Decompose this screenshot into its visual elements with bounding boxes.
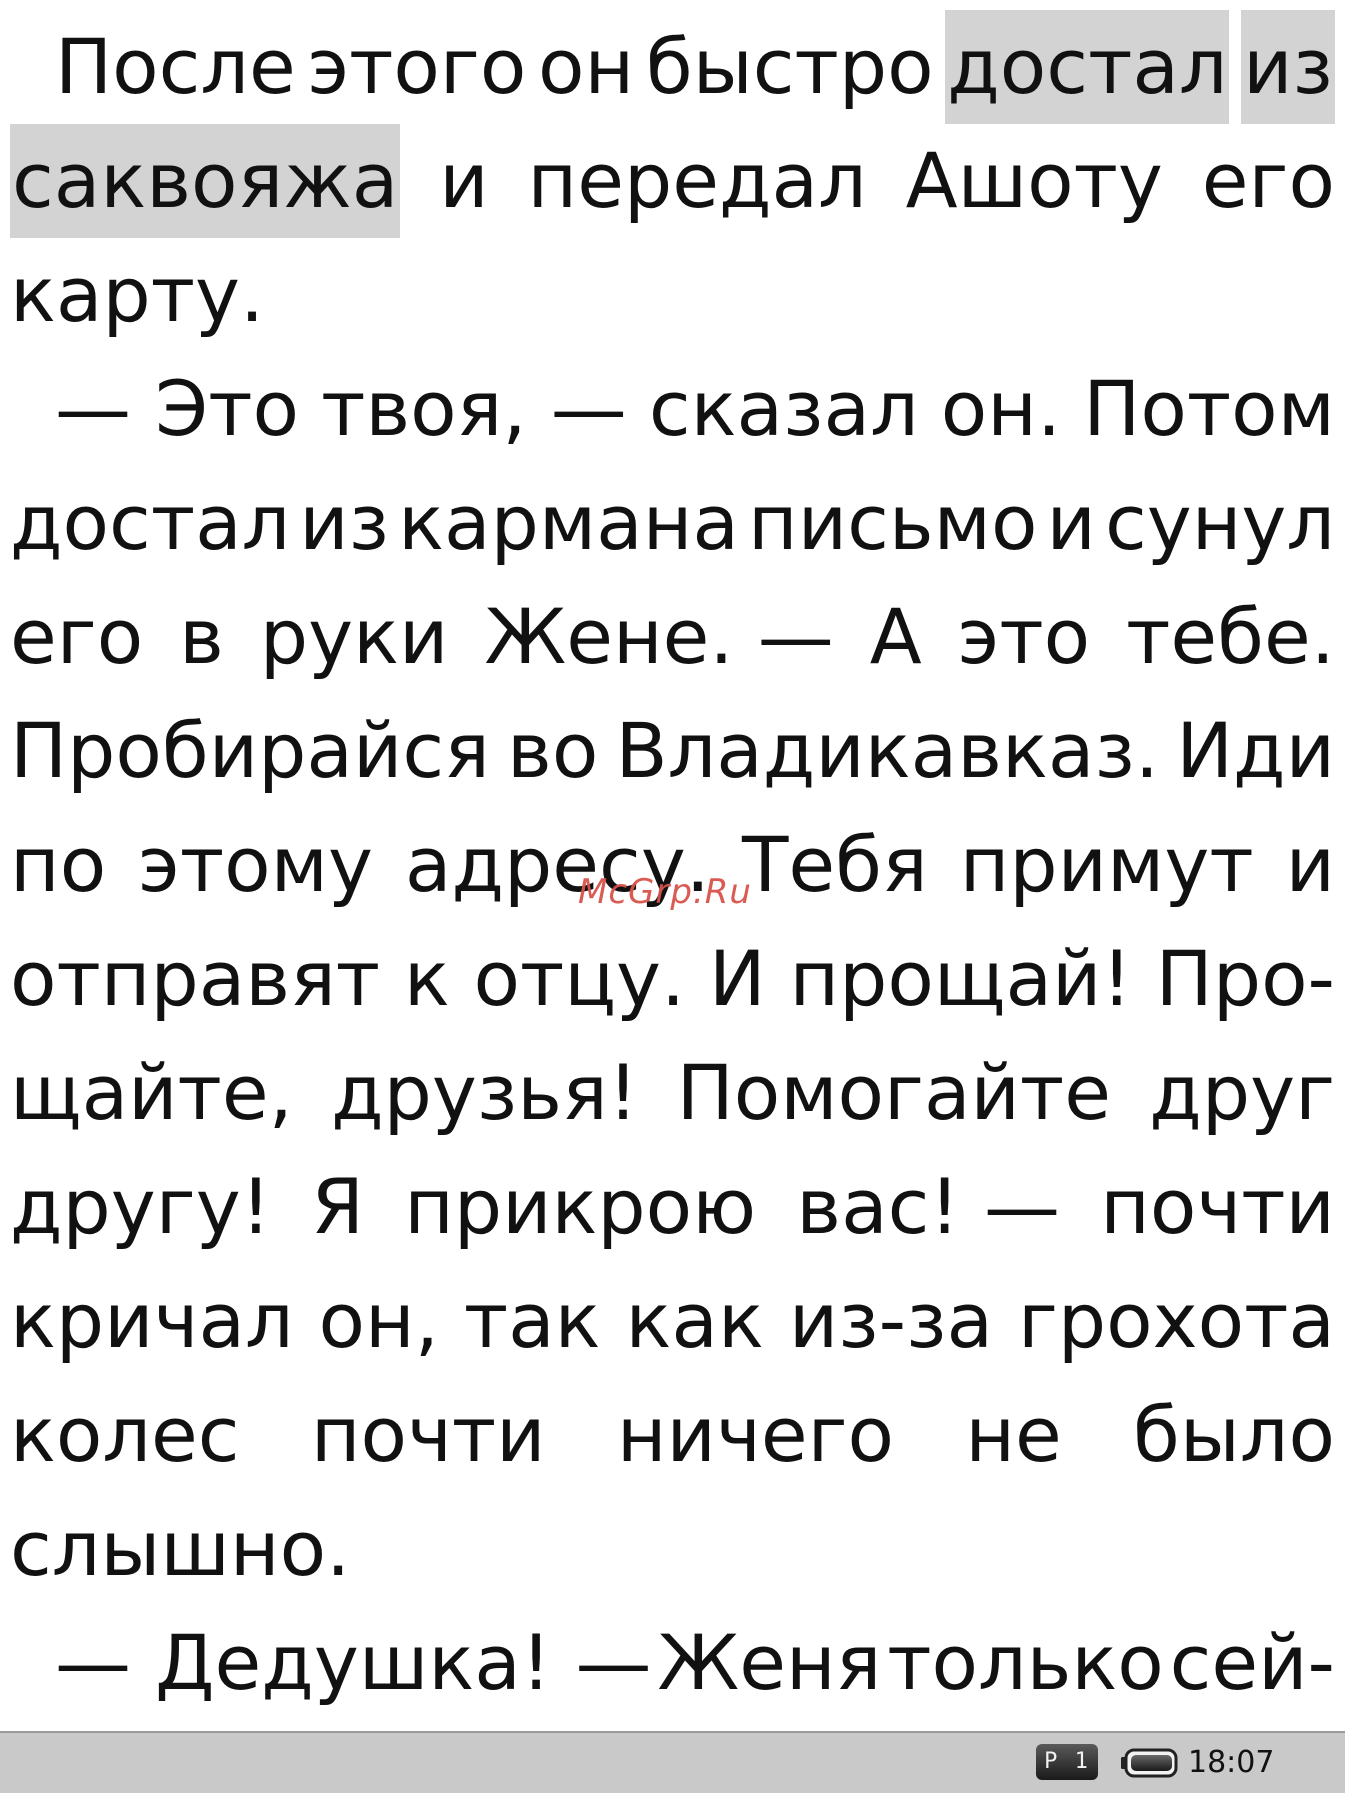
word: И [708, 934, 766, 1023]
word: по [10, 820, 107, 909]
word: из-за [788, 1276, 994, 1365]
word: Помогайте [676, 1048, 1111, 1137]
text-line: колес почти ничего не было [10, 1378, 1335, 1492]
word: письмо [748, 478, 1038, 567]
page-indicator[interactable]: P 1 [1036, 1744, 1098, 1780]
word: так [463, 1276, 601, 1365]
battery-icon [1120, 1747, 1178, 1783]
text-line: — Дедушка! — Женя только сей- [55, 1606, 1335, 1720]
text-line: — Это твоя, — сказал он. Потом [55, 352, 1335, 466]
word: сунул [1104, 478, 1335, 567]
word: друзья! [331, 1048, 639, 1137]
word: передал [527, 136, 867, 225]
word: это [957, 592, 1091, 681]
word: Жене. — [484, 592, 834, 681]
word: щайте, [10, 1048, 293, 1137]
word: и [1046, 478, 1096, 567]
word: друг [1149, 1048, 1335, 1137]
word: твоя, — [321, 364, 627, 453]
word: из [299, 478, 390, 567]
word: он [538, 22, 635, 111]
word: ничего [616, 1390, 895, 1479]
word: только [887, 1618, 1164, 1707]
word: Про- [1155, 934, 1335, 1023]
word: кармана [398, 478, 739, 567]
text-line: щайте, друзья! Помогайте друг [10, 1036, 1335, 1150]
word: сказал [648, 364, 919, 453]
word: почти [310, 1390, 546, 1479]
word: было [1133, 1390, 1335, 1479]
word: прощай! [789, 934, 1132, 1023]
watermark: McGrp.Ru [578, 872, 752, 912]
text-line: карту. [10, 238, 1335, 352]
highlighted-word[interactable]: достал [945, 10, 1230, 124]
word: грохота [1018, 1276, 1335, 1365]
word: слышно. [10, 1504, 351, 1593]
text-line: достал из кармана письмо и сунул [10, 466, 1335, 580]
word: отцу. [473, 934, 686, 1023]
text-line: После этого он быстро достал из [55, 10, 1335, 124]
reader-page[interactable]: После этого он быстро достал из саквояжа… [0, 0, 1345, 1728]
word: не [965, 1390, 1062, 1479]
word: и [1285, 820, 1335, 909]
text-line: его в руки Жене. — А это тебе. [10, 580, 1335, 694]
text-line: саквояжа и передал Ашоту его [10, 124, 1335, 238]
word: — Дедушка! — [55, 1618, 652, 1707]
word: кричал [10, 1276, 294, 1365]
highlighted-word[interactable]: саквояжа [10, 124, 401, 238]
word: он. [940, 364, 1062, 453]
word: Владикавказ. [615, 706, 1160, 795]
highlighted-word[interactable]: из [1241, 10, 1335, 124]
word: и [439, 136, 489, 225]
word: прикрою [404, 1162, 757, 1251]
word: колес [10, 1390, 240, 1479]
word: он, [318, 1276, 439, 1365]
word: — Это [55, 364, 299, 453]
word: После [55, 22, 296, 111]
text-line: другу! Я прикрою вас! — почти [10, 1150, 1335, 1264]
word: во [507, 706, 599, 795]
word: Пробирайся [10, 706, 490, 795]
word: Потом [1083, 364, 1335, 453]
word: этому [138, 820, 373, 909]
word: отправят [10, 934, 381, 1023]
word: как [625, 1276, 764, 1365]
word: его [1201, 136, 1335, 225]
word: быстро [645, 22, 934, 111]
word: А [869, 592, 922, 681]
word: сей- [1169, 1618, 1335, 1707]
word: вас! — [796, 1162, 1061, 1251]
word: Иди [1176, 706, 1335, 795]
word: руки [259, 592, 449, 681]
word: его [10, 592, 144, 681]
word: Женя [657, 1618, 882, 1707]
word: другу! [10, 1162, 272, 1251]
word: Тебя [741, 820, 928, 909]
word: достал [10, 478, 291, 567]
word: примут [959, 820, 1254, 909]
word: почти [1100, 1162, 1335, 1251]
word: тебе. [1126, 592, 1335, 681]
text-line: Пробирайся во Владикавказ. Иди [10, 694, 1335, 808]
text-line: отправят к отцу. И прощай! Про- [10, 922, 1335, 1036]
status-bar: P 1 18:07 [0, 1731, 1345, 1793]
word: карту. [10, 250, 265, 339]
word: к [403, 934, 450, 1023]
clock: 18:07 [1188, 1745, 1275, 1780]
word: в [179, 592, 224, 681]
text-line: кричал он, так как из-за грохота [10, 1264, 1335, 1378]
word: Ашоту [905, 136, 1163, 225]
word: этого [307, 22, 527, 111]
word: Я [311, 1162, 365, 1251]
text-line: слышно. [10, 1492, 1335, 1606]
